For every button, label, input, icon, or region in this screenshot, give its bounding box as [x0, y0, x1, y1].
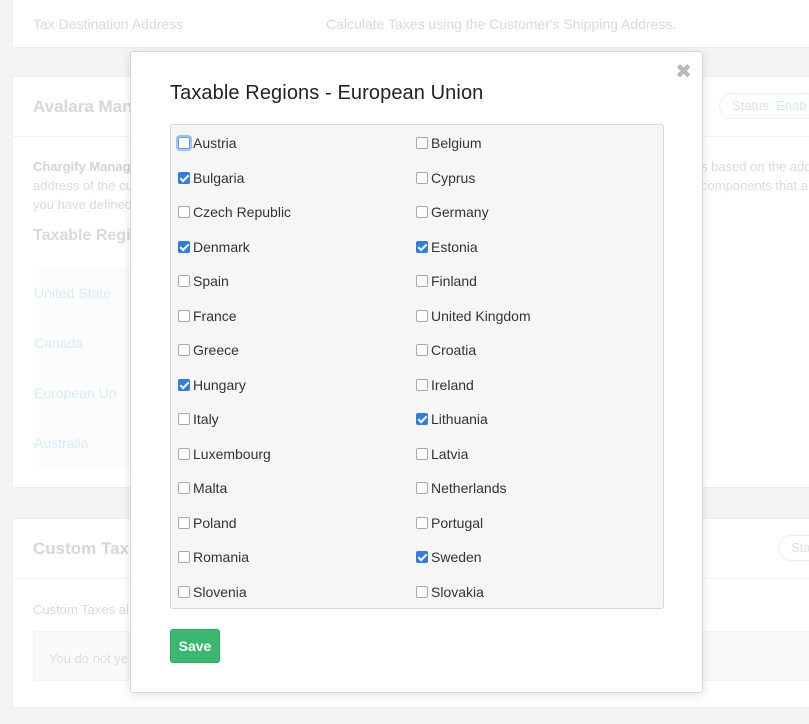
- region-option-estonia[interactable]: Estonia: [416, 237, 478, 257]
- region-option-latvia[interactable]: Latvia: [416, 444, 468, 464]
- region-label: United Kingdom: [431, 307, 531, 324]
- region-label: Germany: [431, 204, 489, 220]
- region-option-slovakia[interactable]: Slovakia: [416, 582, 484, 602]
- region-label: Netherlands: [431, 480, 507, 496]
- region-checkbox-sweden[interactable]: [416, 551, 428, 563]
- region-label: Slovenia: [193, 583, 247, 600]
- region-checkbox-estonia[interactable]: [416, 240, 428, 253]
- region-option-belgium[interactable]: Belgium: [416, 133, 482, 153]
- region-label: Hungary: [193, 376, 246, 393]
- taxable-regions-modal: ✖ Taxable Regions - European Union Austr…: [130, 51, 703, 693]
- region-option-denmark[interactable]: Denmark: [178, 237, 250, 257]
- region-checkbox-cyprus[interactable]: [416, 171, 428, 184]
- region-label: Bulgaria: [193, 169, 245, 186]
- region-checkbox-france[interactable]: [178, 309, 190, 322]
- region-option-malta[interactable]: Malta: [178, 478, 227, 498]
- region-option-slovenia[interactable]: Slovenia: [178, 582, 247, 602]
- region-label: Romania: [193, 549, 250, 565]
- region-label: Lithuania: [431, 411, 488, 427]
- region-option-united-kingdom[interactable]: United Kingdom: [416, 306, 531, 326]
- region-option-poland[interactable]: Poland: [178, 513, 237, 533]
- region-label: Slovakia: [431, 583, 484, 600]
- region-option-greece[interactable]: Greece: [178, 340, 239, 360]
- region-label: Spain: [193, 273, 229, 289]
- region-checkbox-denmark[interactable]: [178, 240, 190, 253]
- region-label: Czech Republic: [193, 204, 292, 220]
- region-checkbox-greece[interactable]: [178, 344, 190, 356]
- region-label: Austria: [193, 135, 237, 151]
- region-label: Croatia: [431, 342, 477, 358]
- region-option-bulgaria[interactable]: Bulgaria: [178, 168, 244, 188]
- region-checkbox-slovenia[interactable]: [178, 585, 190, 598]
- region-label: Portugal: [431, 514, 484, 531]
- modal-title: Taxable Regions - European Union: [170, 82, 484, 104]
- region-option-croatia[interactable]: Croatia: [416, 340, 476, 360]
- region-checkbox-ireland[interactable]: [416, 378, 428, 391]
- region-checkbox-austria[interactable]: [178, 137, 190, 149]
- region-option-ireland[interactable]: Ireland: [416, 375, 474, 395]
- region-option-france[interactable]: France: [178, 306, 237, 326]
- region-option-hungary[interactable]: Hungary: [178, 375, 246, 395]
- region-checkbox-finland[interactable]: [416, 275, 428, 287]
- region-checkbox-lithuania[interactable]: [416, 413, 428, 425]
- region-checkbox-latvia[interactable]: [416, 447, 428, 460]
- region-option-germany[interactable]: Germany: [416, 202, 489, 222]
- region-label: Estonia: [431, 238, 478, 255]
- region-option-austria[interactable]: Austria: [178, 133, 237, 153]
- region-label: Finland: [431, 273, 477, 289]
- region-option-finland[interactable]: Finland: [416, 271, 477, 291]
- region-checkbox-germany[interactable]: [416, 206, 428, 218]
- region-label: Malta: [193, 480, 228, 496]
- region-label: France: [193, 307, 237, 324]
- region-option-spain[interactable]: Spain: [178, 271, 229, 291]
- region-label: Belgium: [431, 135, 482, 151]
- region-label: Ireland: [431, 376, 474, 393]
- region-checkbox-portugal[interactable]: [416, 516, 428, 529]
- region-option-lithuania[interactable]: Lithuania: [416, 409, 488, 429]
- region-checkbox-croatia[interactable]: [416, 344, 428, 356]
- region-checkbox-slovakia[interactable]: [416, 585, 428, 598]
- save-button[interactable]: Save: [170, 629, 220, 663]
- region-option-netherlands[interactable]: Netherlands: [416, 478, 507, 498]
- region-option-italy[interactable]: Italy: [178, 409, 219, 429]
- regions-checkbox-list: Austria Belgium Bulgaria Cyprus Czech Republ…: [170, 124, 664, 609]
- region-label: Italy: [193, 411, 219, 427]
- region-option-portugal[interactable]: Portugal: [416, 513, 483, 533]
- region-checkbox-romania[interactable]: [178, 551, 190, 563]
- region-option-romania[interactable]: Romania: [178, 547, 249, 567]
- region-label: Latvia: [431, 445, 469, 462]
- region-checkbox-poland[interactable]: [178, 516, 190, 529]
- region-checkbox-bulgaria[interactable]: [178, 171, 190, 184]
- region-checkbox-malta[interactable]: [178, 482, 190, 494]
- region-option-cyprus[interactable]: Cyprus: [416, 168, 475, 188]
- region-label: Sweden: [431, 549, 482, 565]
- region-checkbox-hungary[interactable]: [178, 378, 190, 391]
- region-checkbox-belgium[interactable]: [416, 137, 428, 149]
- region-checkbox-netherlands[interactable]: [416, 482, 428, 494]
- region-option-czech-republic[interactable]: Czech Republic: [178, 202, 291, 222]
- region-option-luxembourg[interactable]: Luxembourg: [178, 444, 271, 464]
- close-icon[interactable]: ✖: [675, 62, 692, 82]
- region-checkbox-spain[interactable]: [178, 275, 190, 287]
- region-checkbox-czech-republic[interactable]: [178, 206, 190, 218]
- region-label: Poland: [193, 514, 237, 531]
- region-checkbox-luxembourg[interactable]: [178, 447, 190, 460]
- region-checkbox-united-kingdom[interactable]: [416, 309, 428, 322]
- region-checkbox-italy[interactable]: [178, 413, 190, 425]
- region-label: Luxembourg: [193, 445, 271, 462]
- region-option-sweden[interactable]: Sweden: [416, 547, 482, 567]
- region-label: Greece: [193, 342, 239, 358]
- region-label: Denmark: [193, 238, 250, 255]
- region-label: Cyprus: [431, 169, 476, 186]
